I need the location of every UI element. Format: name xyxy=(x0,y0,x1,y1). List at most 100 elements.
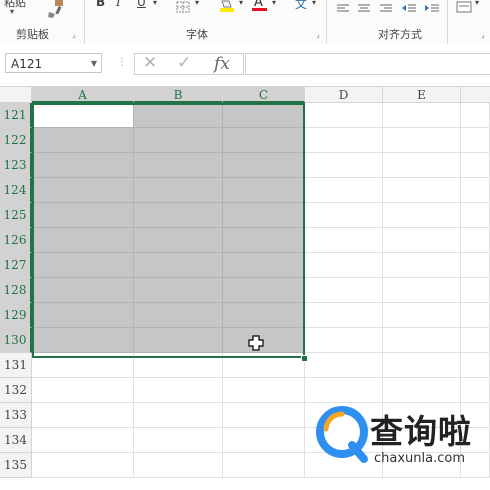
cell[interactable] xyxy=(223,403,305,428)
cell[interactable] xyxy=(305,103,383,128)
cell[interactable] xyxy=(32,178,134,203)
row-header-134[interactable]: 134 xyxy=(0,428,32,453)
cell[interactable] xyxy=(461,228,490,253)
cell[interactable] xyxy=(32,328,134,353)
borders-icon[interactable] xyxy=(176,0,190,17)
cell[interactable] xyxy=(134,103,223,128)
phonetic-dropdown-icon[interactable]: ▾ xyxy=(312,0,316,7)
clipboard-launcher-icon[interactable]: ⌟ xyxy=(72,30,76,39)
cell[interactable] xyxy=(461,203,490,228)
cell[interactable] xyxy=(134,253,223,278)
cell[interactable] xyxy=(134,178,223,203)
cell[interactable] xyxy=(461,353,490,378)
row-header-131[interactable]: 131 xyxy=(0,353,32,378)
cell[interactable] xyxy=(383,253,461,278)
fill-color-dropdown-icon[interactable]: ▾ xyxy=(239,0,243,7)
column-header-d[interactable]: D xyxy=(305,87,383,103)
row-header-121[interactable]: 121 xyxy=(0,103,32,128)
enter-icon[interactable]: ✓ xyxy=(177,53,191,73)
cell[interactable] xyxy=(305,353,383,378)
column-header-f[interactable] xyxy=(461,87,490,103)
cell[interactable] xyxy=(461,253,490,278)
cell[interactable] xyxy=(223,203,305,228)
row-header-130[interactable]: 130 xyxy=(0,328,32,353)
cell[interactable] xyxy=(223,253,305,278)
cell[interactable] xyxy=(461,153,490,178)
font-launcher-icon[interactable]: ⌟ xyxy=(316,30,320,39)
cell[interactable] xyxy=(32,128,134,153)
cell[interactable] xyxy=(305,378,383,403)
cell[interactable] xyxy=(383,278,461,303)
paste-button[interactable]: 粘贴 xyxy=(4,0,26,10)
cell[interactable] xyxy=(134,378,223,403)
cell[interactable] xyxy=(223,278,305,303)
cell[interactable] xyxy=(383,153,461,178)
cell[interactable] xyxy=(383,378,461,403)
cell[interactable] xyxy=(223,178,305,203)
cell[interactable] xyxy=(32,303,134,328)
cell[interactable] xyxy=(32,378,134,403)
cell[interactable] xyxy=(32,228,134,253)
cell[interactable] xyxy=(305,128,383,153)
row-header-124[interactable]: 124 xyxy=(0,178,32,203)
cell[interactable] xyxy=(223,103,305,128)
name-box[interactable]: A121 ▼ xyxy=(5,53,102,73)
cell[interactable] xyxy=(305,203,383,228)
cell[interactable] xyxy=(461,178,490,203)
cell[interactable] xyxy=(305,328,383,353)
cell[interactable] xyxy=(305,228,383,253)
cell[interactable] xyxy=(32,453,134,478)
column-header-c[interactable]: C xyxy=(223,87,305,103)
cell[interactable] xyxy=(134,278,223,303)
cell[interactable] xyxy=(223,128,305,153)
cell[interactable] xyxy=(383,203,461,228)
column-header-b[interactable]: B xyxy=(134,87,223,103)
alignment-launcher-icon[interactable]: ⌟ xyxy=(481,30,485,39)
cell[interactable] xyxy=(383,178,461,203)
row-header-135[interactable]: 135 xyxy=(0,453,32,478)
row-header-126[interactable]: 126 xyxy=(0,228,32,253)
cell[interactable] xyxy=(223,228,305,253)
cell[interactable] xyxy=(383,328,461,353)
cell[interactable] xyxy=(32,353,134,378)
cell[interactable] xyxy=(383,353,461,378)
cell[interactable] xyxy=(305,303,383,328)
select-all-corner[interactable] xyxy=(0,87,32,103)
cell[interactable] xyxy=(223,328,305,353)
cell[interactable] xyxy=(32,428,134,453)
row-header-129[interactable]: 129 xyxy=(0,303,32,328)
italic-button[interactable]: I xyxy=(116,0,121,9)
increase-indent-icon[interactable] xyxy=(425,0,439,18)
cell[interactable] xyxy=(461,328,490,353)
cell[interactable] xyxy=(383,103,461,128)
cell[interactable] xyxy=(134,128,223,153)
cell[interactable] xyxy=(223,378,305,403)
row-header-133[interactable]: 133 xyxy=(0,403,32,428)
cell[interactable] xyxy=(223,153,305,178)
cell[interactable] xyxy=(32,153,134,178)
cell[interactable] xyxy=(134,328,223,353)
cell[interactable] xyxy=(134,303,223,328)
cell[interactable] xyxy=(383,303,461,328)
more-options-icon[interactable]: ⋮ xyxy=(117,57,127,68)
cell[interactable] xyxy=(32,253,134,278)
cell[interactable] xyxy=(461,103,490,128)
cell[interactable] xyxy=(461,278,490,303)
font-color-button[interactable]: A xyxy=(252,0,268,13)
align-right-icon[interactable] xyxy=(380,0,392,18)
column-header-e[interactable]: E xyxy=(383,87,461,103)
cell[interactable] xyxy=(461,128,490,153)
bold-button[interactable]: B xyxy=(96,0,105,9)
paste-dropdown-icon[interactable]: ▾ xyxy=(10,7,14,16)
cell[interactable] xyxy=(223,303,305,328)
cell[interactable] xyxy=(305,178,383,203)
row-header-125[interactable]: 125 xyxy=(0,203,32,228)
cell[interactable] xyxy=(223,428,305,453)
cell[interactable] xyxy=(32,403,134,428)
font-color-dropdown-icon[interactable]: ▾ xyxy=(272,0,276,7)
column-header-a[interactable]: A xyxy=(32,87,134,103)
wrap-text-dropdown-icon[interactable]: ▾ xyxy=(475,0,479,7)
cell[interactable] xyxy=(134,428,223,453)
cell[interactable] xyxy=(134,153,223,178)
row-header-123[interactable]: 123 xyxy=(0,153,32,178)
